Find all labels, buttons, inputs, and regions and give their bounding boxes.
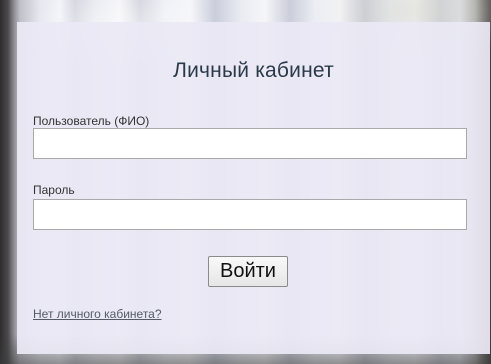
no-account-link[interactable]: Нет личного кабинета? [33, 307, 162, 321]
page-title: Личный кабинет [173, 59, 334, 82]
password-label: Пароль [33, 183, 75, 197]
username-label: Пользователь (ФИО) [33, 114, 150, 128]
username-input[interactable] [33, 128, 467, 159]
login-button[interactable]: Войти [208, 256, 288, 287]
password-input[interactable] [33, 199, 467, 230]
login-panel: Личный кабинет Пользователь (ФИО) Пароль… [17, 22, 490, 354]
